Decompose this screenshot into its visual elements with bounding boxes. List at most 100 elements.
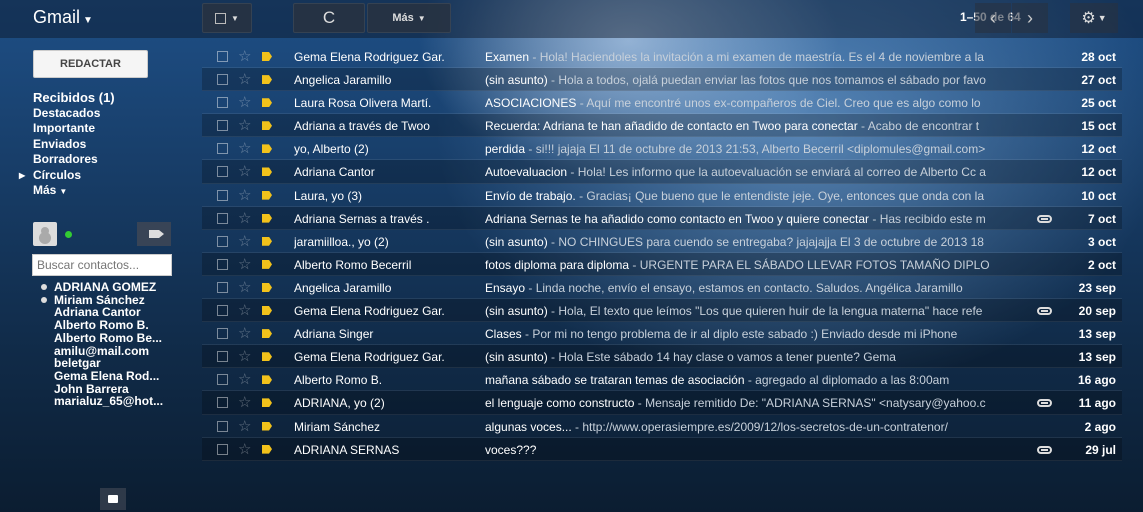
email-subject: voces???: [485, 442, 537, 457]
importance-marker-icon[interactable]: [262, 352, 272, 362]
email-row[interactable]: ☆ ADRIANA, yo (2) el lenguaje como constru…: [202, 391, 1122, 415]
importance-marker-icon[interactable]: [262, 282, 272, 292]
row-checkbox[interactable]: [217, 258, 228, 270]
importance-marker-icon[interactable]: [262, 259, 272, 269]
email-row[interactable]: ☆ ADRIANA SERNAS voces??? 29 jul: [202, 437, 1122, 461]
importance-marker-icon[interactable]: [262, 121, 272, 131]
refresh-button[interactable]: C: [293, 3, 365, 33]
row-checkbox[interactable]: [217, 328, 228, 340]
select-all-button[interactable]: ▼: [202, 3, 252, 33]
email-row[interactable]: ☆ Alberto Romo B. mañana sábado se tratara…: [202, 368, 1122, 392]
importance-marker-icon[interactable]: [262, 167, 272, 177]
gmail-menu[interactable]: Gmail ▼: [33, 7, 93, 28]
email-row[interactable]: ☆ yo, Alberto (2) perdida - si!!! jajaja E…: [202, 137, 1122, 161]
star-icon[interactable]: ☆: [238, 347, 251, 365]
importance-marker-icon[interactable]: [262, 52, 272, 61]
status-icon[interactable]: [65, 231, 72, 238]
star-icon[interactable]: ☆: [238, 139, 251, 157]
importance-marker-icon[interactable]: [262, 236, 272, 246]
row-checkbox[interactable]: [217, 305, 228, 317]
importance-marker-icon[interactable]: [262, 306, 272, 316]
row-checkbox[interactable]: [217, 166, 228, 178]
row-checkbox[interactable]: [217, 351, 228, 363]
email-date: 3 oct: [1087, 234, 1116, 249]
star-icon[interactable]: ☆: [238, 162, 251, 180]
video-call-button[interactable]: [137, 222, 171, 246]
importance-marker-icon[interactable]: [262, 98, 272, 108]
importance-marker-icon[interactable]: [262, 190, 272, 200]
settings-button[interactable]: ⚙ ▼: [1070, 3, 1118, 33]
chat-toggle-button[interactable]: [100, 488, 126, 510]
email-row[interactable]: ☆ Adriana a través de Twoo Recuerda: Adria…: [202, 114, 1122, 138]
importance-marker-icon[interactable]: [262, 144, 272, 154]
chevron-down-icon: ▼: [59, 187, 68, 196]
importance-marker-icon[interactable]: [262, 375, 272, 385]
email-row[interactable]: ☆ Miriam Sánchez algunas voces... - http:/…: [202, 415, 1122, 438]
star-icon[interactable]: ☆: [238, 47, 251, 65]
contact-item[interactable]: marialuz_65@hot...: [40, 395, 180, 408]
row-checkbox[interactable]: [217, 97, 228, 109]
sidebar-item-more[interactable]: Más ▼: [33, 183, 183, 200]
star-icon[interactable]: ☆: [238, 393, 251, 411]
email-row[interactable]: ☆ Gema Elena Rodriguez Gar. (sin asunto) -…: [202, 299, 1122, 323]
row-checkbox[interactable]: [217, 374, 228, 386]
sidebar-item-drafts[interactable]: Borradores: [33, 152, 183, 168]
star-icon[interactable]: ☆: [238, 278, 251, 296]
row-checkbox[interactable]: [217, 189, 228, 201]
star-icon[interactable]: ☆: [238, 370, 251, 388]
sidebar-item-sent[interactable]: Enviados: [33, 137, 183, 153]
sidebar-item-circles[interactable]: ▶ Círculos: [19, 168, 183, 184]
star-icon[interactable]: ☆: [238, 255, 251, 273]
star-icon[interactable]: ☆: [238, 440, 251, 458]
email-row[interactable]: ☆ Adriana Cantor Autoevaluacion - Hola! Le…: [202, 160, 1122, 184]
email-row[interactable]: ☆ Gema Elena Rodriguez Gar. Examen - Hola!…: [202, 45, 1122, 69]
row-checkbox[interactable]: [217, 235, 228, 247]
star-icon[interactable]: ☆: [238, 301, 251, 319]
star-icon[interactable]: ☆: [238, 70, 251, 88]
star-icon[interactable]: ☆: [238, 417, 251, 435]
email-row[interactable]: ☆ Gema Elena Rodriguez Gar. (sin asunto) -…: [202, 345, 1122, 369]
email-row[interactable]: ☆ Alberto Romo Becerril fotos diploma para…: [202, 252, 1122, 276]
avatar[interactable]: [33, 222, 57, 246]
star-icon[interactable]: ☆: [238, 209, 251, 227]
star-icon[interactable]: ☆: [238, 232, 251, 250]
email-row[interactable]: ☆ jaramiilloa., yo (2) (sin asunto) - NO C…: [202, 230, 1122, 253]
star-icon[interactable]: ☆: [238, 186, 251, 204]
email-row[interactable]: ☆ Adriana Sernas a través . Adriana Sernas…: [202, 206, 1122, 230]
row-checkbox[interactable]: [217, 281, 228, 293]
search-contacts-input[interactable]: [32, 254, 172, 276]
importance-marker-icon[interactable]: [262, 421, 272, 431]
sidebar-item-inbox[interactable]: Recibidos (1): [33, 90, 183, 106]
row-checkbox[interactable]: [217, 74, 228, 86]
email-content: ASOCIACIONES - Aquí me encontré unos ex-…: [485, 96, 1030, 110]
row-checkbox[interactable]: [217, 143, 228, 155]
email-row[interactable]: ☆ Laura Rosa Olivera Martí. ASOCIACIONES -…: [202, 91, 1122, 115]
compose-button[interactable]: REDACTAR: [33, 50, 148, 78]
importance-marker-icon[interactable]: [262, 329, 272, 339]
email-row[interactable]: ☆ Angelica Jaramillo (sin asunto) - Hola a…: [202, 68, 1122, 92]
importance-marker-icon[interactable]: [262, 213, 272, 223]
email-row[interactable]: ☆ Laura, yo (3) Envío de trabajo. - Gracia…: [202, 184, 1122, 207]
email-row[interactable]: ☆ Angelica Jaramillo Ensayo - Linda noche,…: [202, 276, 1122, 300]
more-button[interactable]: Más ▼: [367, 3, 451, 33]
star-icon[interactable]: ☆: [238, 93, 251, 111]
row-checkbox[interactable]: [217, 120, 228, 132]
row-checkbox[interactable]: [217, 212, 228, 224]
email-snippet: - Aquí me encontré unos ex-compañeros de…: [576, 96, 981, 111]
sidebar-item-important[interactable]: Importante: [33, 121, 183, 137]
importance-marker-icon[interactable]: [262, 444, 272, 454]
row-checkbox[interactable]: [217, 420, 228, 432]
row-checkbox[interactable]: [217, 51, 228, 62]
email-row[interactable]: ☆ Adriana Singer Clases - Por mi no tengo …: [202, 322, 1122, 346]
importance-marker-icon[interactable]: [262, 398, 272, 408]
newer-button[interactable]: ‹: [975, 3, 1011, 33]
row-checkbox[interactable]: [217, 397, 228, 409]
importance-marker-icon[interactable]: [262, 75, 272, 85]
star-icon[interactable]: ☆: [238, 116, 251, 134]
expand-arrow-icon[interactable]: ▶: [19, 168, 25, 184]
sidebar-item-starred[interactable]: Destacados: [33, 106, 183, 122]
email-snippet: - Has recibido este m: [869, 211, 986, 226]
older-button[interactable]: ›: [1012, 3, 1048, 33]
row-checkbox[interactable]: [217, 443, 228, 455]
star-icon[interactable]: ☆: [238, 324, 251, 342]
